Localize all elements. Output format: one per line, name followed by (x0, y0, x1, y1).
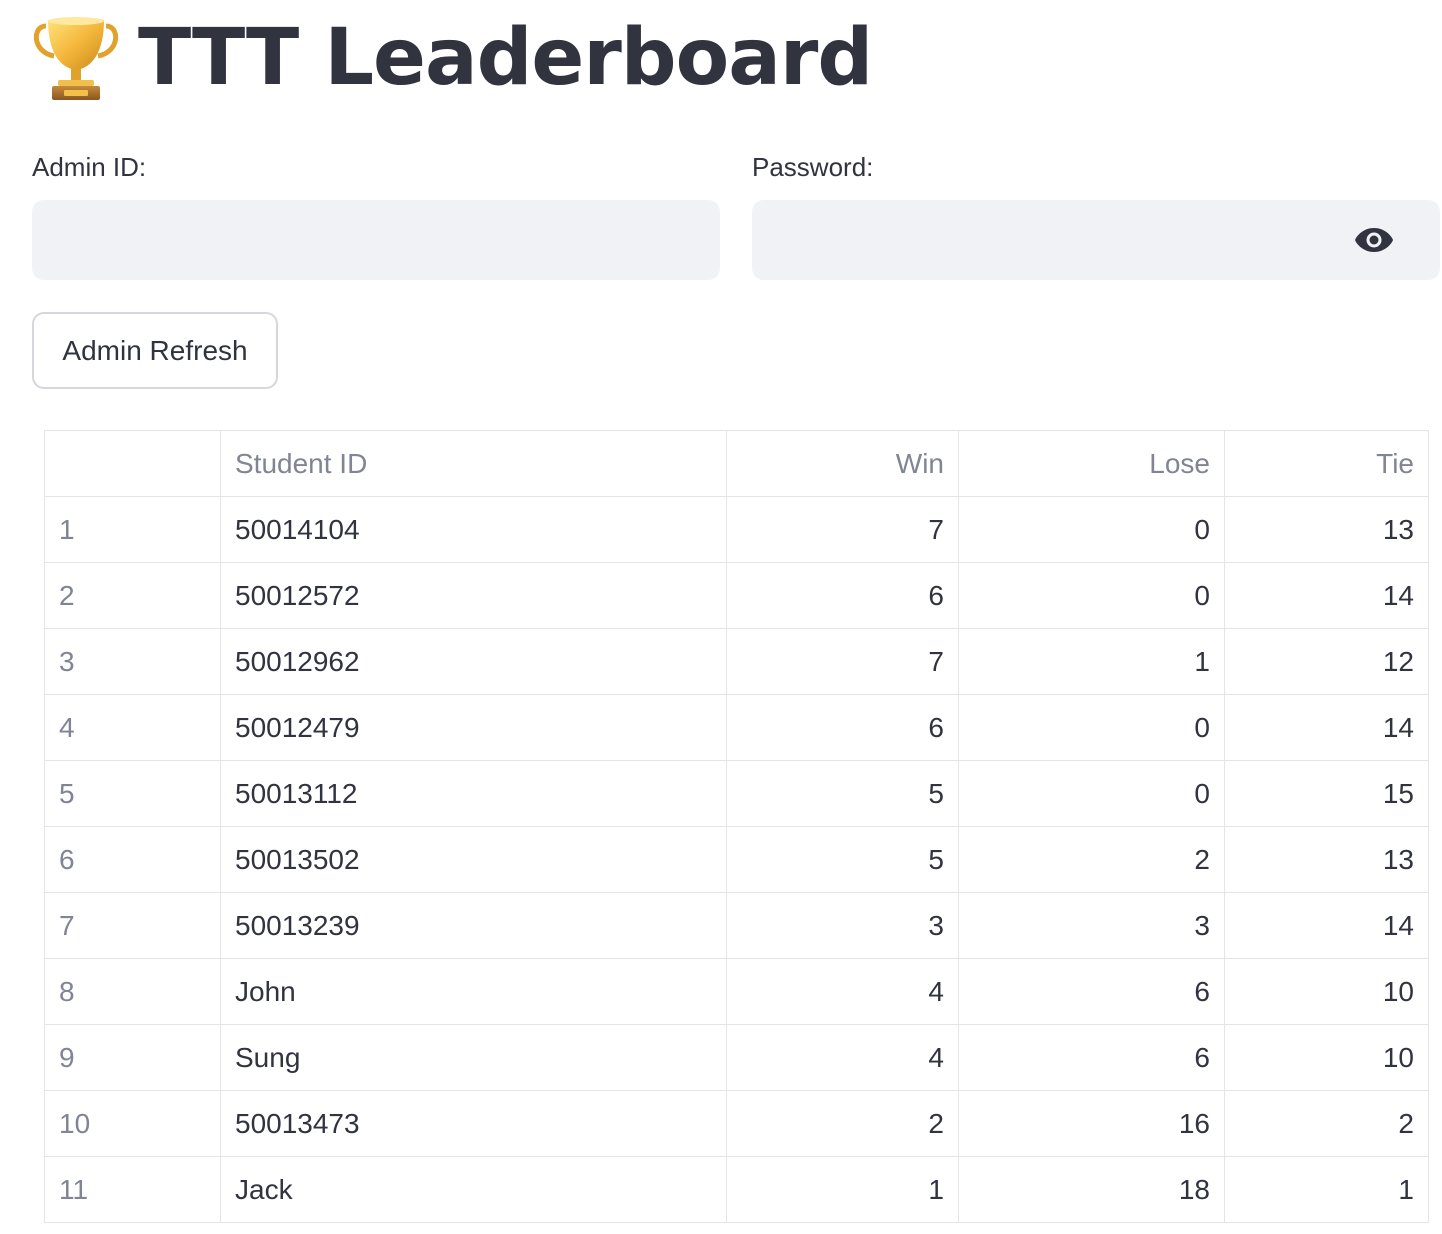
table-row: 10 50013473 2 16 2 (44, 1090, 1429, 1157)
student-id-cell[interactable]: 50013112 (220, 760, 727, 827)
row-index-cell[interactable]: 3 (44, 628, 221, 695)
student-id-cell[interactable]: 50012572 (220, 562, 727, 629)
student-id-cell[interactable]: 50012962 (220, 628, 727, 695)
row-index-cell[interactable]: 2 (44, 562, 221, 629)
win-cell[interactable]: 7 (726, 496, 959, 563)
table-row: 1 50014104 7 0 13 (44, 496, 1429, 563)
password-label: Password: (752, 152, 874, 182)
leaderboard-page: TTT Leaderboard Admin ID: Password: Admi… (0, 0, 1442, 1234)
row-index-cell[interactable]: 7 (44, 892, 221, 959)
table-header-row: Student ID Win Lose Tie (44, 430, 1429, 497)
student-id-cell[interactable]: Jack (220, 1156, 727, 1223)
leaderboard-table: Student ID Win Lose Tie 1 50014104 7 0 13 2 50… (44, 430, 1429, 1223)
table-row: 8 John 4 6 10 (44, 958, 1429, 1025)
row-index-cell[interactable]: 4 (44, 694, 221, 761)
lose-cell[interactable]: 2 (958, 826, 1225, 893)
tie-cell[interactable]: 12 (1224, 628, 1429, 695)
column-header-index[interactable] (44, 430, 221, 497)
tie-cell[interactable]: 15 (1224, 760, 1429, 827)
tie-cell[interactable]: 2 (1224, 1090, 1429, 1157)
tie-cell[interactable]: 14 (1224, 562, 1429, 629)
win-cell[interactable]: 4 (726, 1024, 959, 1091)
win-cell[interactable]: 6 (726, 562, 959, 629)
table-row: 3 50012962 7 1 12 (44, 628, 1429, 695)
page-title: TTT Leaderboard (138, 13, 873, 103)
win-cell[interactable]: 3 (726, 892, 959, 959)
table-row: 7 50013239 3 3 14 (44, 892, 1429, 959)
row-index-cell[interactable]: 11 (44, 1156, 221, 1223)
column-header-win[interactable]: Win (726, 430, 959, 497)
row-index-cell[interactable]: 8 (44, 958, 221, 1025)
student-id-cell[interactable]: 50013502 (220, 826, 727, 893)
row-index-cell[interactable]: 5 (44, 760, 221, 827)
tie-cell[interactable]: 13 (1224, 496, 1429, 563)
table-row: 11 Jack 1 18 1 (44, 1156, 1429, 1223)
column-header-student-id[interactable]: Student ID (220, 430, 727, 497)
row-index-cell[interactable]: 1 (44, 496, 221, 563)
student-id-cell[interactable]: 50012479 (220, 694, 727, 761)
page-header: TTT Leaderboard (30, 8, 873, 108)
student-id-cell[interactable]: 50013473 (220, 1090, 727, 1157)
table-row: 9 Sung 4 6 10 (44, 1024, 1429, 1091)
lose-cell[interactable]: 6 (958, 958, 1225, 1025)
student-id-cell[interactable]: Sung (220, 1024, 727, 1091)
eye-icon (1355, 228, 1393, 252)
tie-cell[interactable]: 13 (1224, 826, 1429, 893)
admin-refresh-button[interactable]: Admin Refresh (32, 312, 278, 389)
admin-id-input[interactable] (32, 200, 720, 280)
row-index-cell[interactable]: 10 (44, 1090, 221, 1157)
tie-cell[interactable]: 14 (1224, 892, 1429, 959)
lose-cell[interactable]: 0 (958, 694, 1225, 761)
lose-cell[interactable]: 3 (958, 892, 1225, 959)
student-id-cell[interactable]: 50013239 (220, 892, 727, 959)
table-row: 6 50013502 5 2 13 (44, 826, 1429, 893)
lose-cell[interactable]: 0 (958, 496, 1225, 563)
tie-cell[interactable]: 1 (1224, 1156, 1429, 1223)
column-header-tie[interactable]: Tie (1224, 430, 1429, 497)
student-id-cell[interactable]: John (220, 958, 727, 1025)
win-cell[interactable]: 7 (726, 628, 959, 695)
student-id-cell[interactable]: 50014104 (220, 496, 727, 563)
tie-cell[interactable]: 14 (1224, 694, 1429, 761)
lose-cell[interactable]: 6 (958, 1024, 1225, 1091)
tie-cell[interactable]: 10 (1224, 1024, 1429, 1091)
lose-cell[interactable]: 0 (958, 562, 1225, 629)
win-cell[interactable]: 5 (726, 760, 959, 827)
win-cell[interactable]: 4 (726, 958, 959, 1025)
table-row: 4 50012479 6 0 14 (44, 694, 1429, 761)
row-index-cell[interactable]: 6 (44, 826, 221, 893)
win-cell[interactable]: 2 (726, 1090, 959, 1157)
admin-id-label: Admin ID: (32, 152, 147, 182)
win-cell[interactable]: 1 (726, 1156, 959, 1223)
win-cell[interactable]: 6 (726, 694, 959, 761)
lose-cell[interactable]: 1 (958, 628, 1225, 695)
lose-cell[interactable]: 16 (958, 1090, 1225, 1157)
show-password-toggle[interactable] (1350, 220, 1398, 260)
column-header-lose[interactable]: Lose (958, 430, 1225, 497)
password-input[interactable] (752, 200, 1440, 280)
row-index-cell[interactable]: 9 (44, 1024, 221, 1091)
table-row: 2 50012572 6 0 14 (44, 562, 1429, 629)
lose-cell[interactable]: 18 (958, 1156, 1225, 1223)
win-cell[interactable]: 5 (726, 826, 959, 893)
tie-cell[interactable]: 10 (1224, 958, 1429, 1025)
lose-cell[interactable]: 0 (958, 760, 1225, 827)
trophy-icon (30, 12, 122, 104)
table-row: 5 50013112 5 0 15 (44, 760, 1429, 827)
